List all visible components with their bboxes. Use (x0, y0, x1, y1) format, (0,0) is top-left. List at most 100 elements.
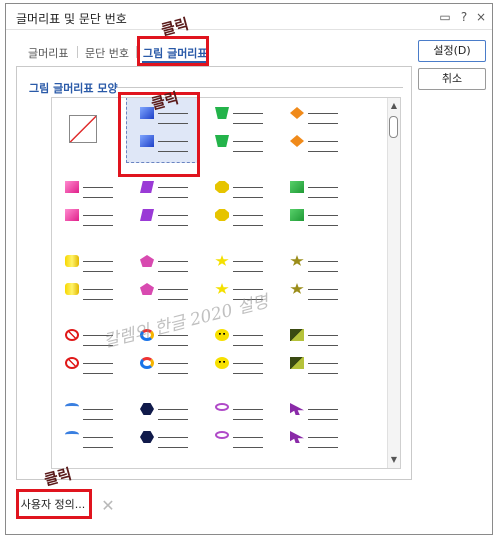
sample-line (308, 437, 338, 438)
sample-line (308, 151, 338, 152)
sample-line (83, 197, 113, 198)
sample-line (308, 409, 338, 410)
bullet-icon (215, 209, 229, 221)
sample-line (233, 225, 263, 226)
sample-line (158, 419, 188, 420)
bullet-option-purple-arrow[interactable] (276, 393, 350, 461)
group-divider (117, 87, 403, 88)
sample-line (158, 123, 188, 124)
sample-line (233, 187, 263, 188)
sample-line (233, 363, 263, 364)
help-button[interactable]: ? (455, 8, 473, 26)
sample-line (308, 123, 338, 124)
sample-line (158, 187, 188, 188)
bullet-option-pink-square[interactable] (51, 171, 125, 239)
sample-line (83, 215, 113, 216)
bullet-icon (140, 209, 154, 221)
sample-line (308, 215, 338, 216)
scroll-thumb[interactable] (389, 116, 398, 138)
sample-line (233, 271, 263, 272)
bullet-icon (290, 431, 304, 443)
bullet-option-smiley[interactable] (201, 319, 275, 387)
bullet-icon (215, 403, 229, 411)
sample-line (158, 215, 188, 216)
sample-line (233, 335, 263, 336)
bullet-option-yellow-cylinder[interactable] (51, 245, 125, 313)
sample-line (308, 363, 338, 364)
sample-line (158, 141, 188, 142)
bullet-option-green-box[interactable] (276, 171, 350, 239)
bullet-icon (290, 329, 304, 341)
sample-line (158, 345, 188, 346)
bullet-option-pink-pentagon[interactable] (126, 245, 200, 313)
bullet-icon (65, 329, 79, 341)
tab-picture-bullets[interactable]: 그림 글머리표 (143, 45, 208, 61)
sample-line (83, 409, 113, 410)
bullet-icon (290, 255, 304, 266)
bullet-icon (140, 135, 154, 147)
bullet-option-olive-star[interactable] (276, 245, 350, 313)
bullet-option-orange-diamond[interactable] (276, 97, 350, 165)
bullet-option-navy-hexagon[interactable] (126, 393, 200, 461)
scroll-down-icon[interactable]: ▼ (388, 454, 400, 466)
close-button[interactable]: × (472, 8, 490, 26)
sample-line (158, 447, 188, 448)
bullet-option-purple-oval[interactable] (201, 393, 275, 461)
sample-line (83, 419, 113, 420)
keyboard-icon[interactable]: ▭ (436, 8, 454, 26)
active-tab-indicator (142, 61, 207, 63)
sample-line (233, 123, 263, 124)
sample-line (158, 437, 188, 438)
set-button[interactable]: 설정(D) (418, 40, 486, 62)
sample-line (308, 141, 338, 142)
sample-line (308, 289, 338, 290)
bullet-icon (65, 283, 79, 295)
sample-line (233, 261, 263, 262)
bullet-icon (65, 181, 79, 193)
sample-line (83, 225, 113, 226)
bullet-icon (215, 357, 229, 369)
sample-line (308, 197, 338, 198)
bullets-numbering-dialog: 글머리표 및 문단 번호 ▭ ? × 글머리표 문단 번호 그림 글머리표 그림… (5, 3, 493, 535)
sample-line (158, 299, 188, 300)
bullet-icon (290, 283, 304, 294)
sample-line (233, 373, 263, 374)
picture-bullet-panel: 그림 글머리표 모양 ▲ ▼ (16, 66, 412, 480)
bullet-option-pyramid[interactable] (276, 319, 350, 387)
bullet-icon (140, 283, 154, 295)
bullet-icon (215, 283, 229, 294)
sample-line (158, 261, 188, 262)
sample-line (83, 289, 113, 290)
sample-line (233, 197, 263, 198)
bullet-icon (215, 181, 229, 193)
sample-line (308, 299, 338, 300)
sample-line (308, 113, 338, 114)
sample-line (83, 447, 113, 448)
bullet-icon (65, 403, 79, 410)
custom-define-button[interactable]: 사용자 정의... (18, 494, 88, 518)
sample-line (308, 447, 338, 448)
bullet-option-yellow-octagon[interactable] (201, 171, 275, 239)
sample-line (233, 113, 263, 114)
tab-numbering[interactable]: 문단 번호 (85, 45, 129, 61)
bullet-option-purple-parallelogram[interactable] (126, 171, 200, 239)
sample-line (233, 409, 263, 410)
sample-line (158, 409, 188, 410)
bullet-option-green-trapezoid[interactable] (201, 97, 275, 165)
sample-line (233, 151, 263, 152)
bullet-icon (290, 209, 304, 221)
sample-line (308, 335, 338, 336)
sample-line (308, 373, 338, 374)
sample-line (158, 363, 188, 364)
list-scrollbar[interactable]: ▲ ▼ (387, 98, 400, 468)
tab-bullets[interactable]: 글머리표 (28, 45, 68, 61)
cancel-button[interactable]: 취소 (418, 68, 486, 90)
bullet-option-none[interactable] (51, 97, 125, 165)
sample-line (233, 437, 263, 438)
sample-line (158, 373, 188, 374)
bullet-option-blue-arc[interactable] (51, 393, 125, 461)
scroll-up-icon[interactable]: ▲ (388, 100, 400, 112)
bullet-icon (140, 431, 154, 443)
sample-line (233, 345, 263, 346)
sample-line (308, 225, 338, 226)
